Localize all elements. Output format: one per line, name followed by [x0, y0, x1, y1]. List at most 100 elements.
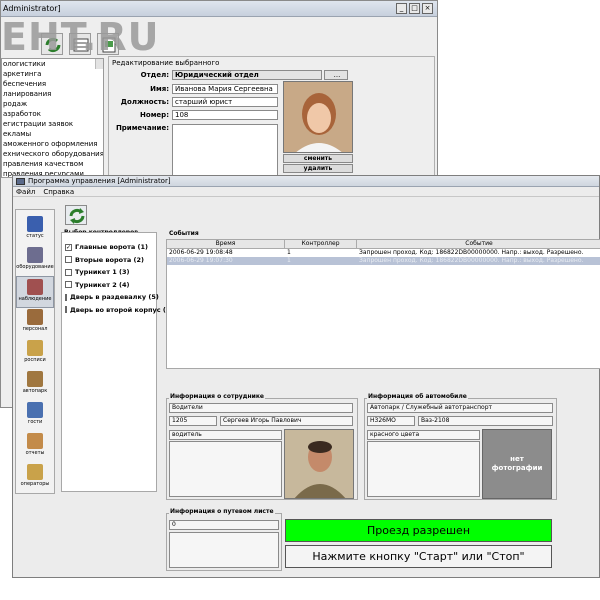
employee-photo-current — [284, 429, 354, 499]
employee-notes-area — [169, 441, 282, 497]
watermark: EHT.RU — [1, 15, 160, 59]
sidebar-item-person[interactable]: статус — [16, 214, 54, 246]
monitor-icon — [27, 279, 43, 295]
vehicle-info-title: Информация об автомобиле — [367, 393, 468, 400]
table-row[interactable]: 2006-06-29 19:08:48 1 Запрошен проход. Код… — [167, 249, 600, 257]
edit-group-title: Редактирование выбранного — [112, 59, 220, 67]
table-row[interactable]: 2006-06-29 19:07:30 1 Запрошен проход. Код… — [167, 257, 600, 265]
events-col-time[interactable]: Время — [167, 240, 285, 249]
sidebar-item-report[interactable]: отчеты — [16, 431, 54, 463]
controller-item[interactable]: Вторые ворота (2) — [62, 254, 156, 267]
controller-item[interactable]: Турникет 1 (3) — [62, 266, 156, 279]
controller-label: Главные ворота (1) — [75, 243, 149, 252]
sidebar-item-equipment[interactable]: оборудование — [16, 245, 54, 277]
controller-label: Дверь во второй корпус (6 — [70, 305, 171, 314]
minimize-icon[interactable]: _ — [396, 3, 407, 14]
sidebar-item-car[interactable]: автопарк — [16, 369, 54, 401]
refresh-button[interactable] — [65, 205, 87, 225]
menu-help[interactable]: Справка — [43, 188, 74, 196]
sidebar-item-label: гости — [27, 419, 43, 425]
close-icon[interactable]: × — [422, 3, 433, 14]
controller-checkbox[interactable] — [65, 281, 72, 289]
department-list-item[interactable]: ологистики — [2, 59, 103, 69]
report-icon — [27, 433, 43, 449]
sidebar-item-label: росписи — [24, 357, 46, 363]
vehicle-color-field: красного цвета — [367, 430, 480, 440]
controller-item[interactable]: Дверь в раздевалку (5) — [62, 291, 159, 304]
events-title: События — [169, 230, 199, 237]
operators-icon — [27, 464, 43, 480]
event-cell-controller: 1 — [287, 257, 291, 264]
controller-item[interactable]: ✓ Главные ворота (1) — [62, 241, 156, 254]
department-list-item[interactable]: ехнического оборудования — [2, 149, 103, 159]
department-list-item[interactable]: аможенного оформления — [2, 139, 103, 149]
no-photo-line2: фотографии — [491, 464, 543, 472]
name-label: Имя: — [150, 85, 169, 93]
sidebar-item-monitor[interactable]: наблюдение — [16, 276, 54, 308]
employee-info-title: Информация о сотруднике — [169, 393, 265, 400]
position-field[interactable]: старший юрист — [172, 97, 278, 107]
department-list-scrollbar[interactable] — [95, 59, 103, 69]
department-field[interactable]: Юридический отдел — [172, 70, 322, 80]
department-list-item[interactable]: егистрации заявок — [2, 119, 103, 129]
department-list-item[interactable]: азработок — [2, 109, 103, 119]
department-list-item[interactable]: аркетинга — [2, 69, 103, 79]
events-col-event[interactable]: Событие — [357, 240, 600, 249]
controllers-list: ✓ Главные ворота (1) Вторые ворота (2) Турн… — [61, 232, 170, 492]
sidebar-item-label: операторы — [20, 481, 50, 487]
sidebar-item-label: статус — [26, 233, 44, 239]
sidebar-item-operators[interactable]: операторы — [16, 462, 54, 494]
position-label: Должность: — [120, 98, 169, 106]
position-row: Должность: старший юрист — [108, 97, 278, 107]
guests-icon — [27, 402, 43, 418]
employee-photo — [283, 81, 353, 153]
number-row: Номер: 108 — [108, 110, 278, 120]
department-list-item[interactable]: правления качеством — [2, 159, 103, 169]
department-list-item[interactable]: родаж — [2, 99, 103, 109]
sidebar-item-guests[interactable]: гости — [16, 400, 54, 432]
waybill-number-field: 0 — [169, 520, 279, 530]
event-cell-event: Запрошен проход. Код: 186822DB00000000. … — [359, 249, 584, 256]
sidebar-item-label: автопарк — [22, 388, 48, 394]
note-row: Примечание: — [108, 124, 278, 178]
controller-label: Дверь в раздевалку (5) — [70, 293, 159, 302]
department-browse-button[interactable]: ... — [324, 70, 348, 80]
controller-checkbox[interactable] — [65, 306, 67, 314]
number-field[interactable]: 108 — [172, 110, 278, 120]
department-list-item[interactable]: беспечения — [2, 79, 103, 89]
menu-file[interactable]: Файл — [16, 188, 35, 196]
note-label: Примечание: — [115, 124, 169, 132]
sidebar-item-staff[interactable]: персонал — [16, 307, 54, 339]
no-photo-line1: нет — [510, 455, 524, 463]
controller-item[interactable]: Дверь во второй корпус (6 — [62, 304, 170, 317]
controller-checkbox[interactable] — [65, 268, 72, 276]
events-col-controller[interactable]: Контроллер — [285, 240, 357, 249]
sidebar-item-label: персонал — [22, 326, 48, 332]
employee-number-field: 1205 — [169, 416, 217, 426]
department-label: Отдел: — [140, 71, 169, 79]
number-label: Номер: — [140, 111, 169, 119]
delete-photo-button[interactable]: удалить — [283, 164, 353, 173]
note-field[interactable] — [172, 124, 278, 178]
department-list[interactable]: ологистики аркетинга беспечения ланирования… — [1, 58, 104, 178]
controller-checkbox[interactable] — [65, 256, 72, 264]
waybill-notes-area — [169, 532, 279, 568]
person-icon — [27, 216, 43, 232]
sidebar-item-folder[interactable]: росписи — [16, 338, 54, 370]
department-list-item[interactable]: екламы — [2, 129, 103, 139]
change-photo-button[interactable]: сменить — [283, 154, 353, 163]
app-icon — [16, 177, 25, 185]
controller-item[interactable]: Турникет 2 (4) — [62, 279, 156, 292]
equipment-icon — [27, 247, 43, 263]
controller-checkbox[interactable] — [65, 293, 67, 301]
name-field[interactable]: Иванова Мария Сергеевна — [172, 84, 278, 94]
department-list-item[interactable]: ланирования — [2, 89, 103, 99]
sidebar: статус оборудование наблюдение персонал росп… — [15, 209, 55, 494]
event-cell-time: 2006-06-29 19:08:48 — [169, 249, 233, 256]
maximize-icon[interactable]: □ — [409, 3, 420, 14]
controller-checkbox[interactable]: ✓ — [65, 243, 72, 251]
events-table[interactable]: Время Контроллер Событие 2006-06-29 19:0… — [166, 239, 600, 369]
vehicle-group-field: Автопарк / Служебный автотранспорт — [367, 403, 553, 413]
vehicle-model-field: Ваз-2108 — [418, 416, 553, 426]
refresh-icon — [69, 208, 85, 224]
